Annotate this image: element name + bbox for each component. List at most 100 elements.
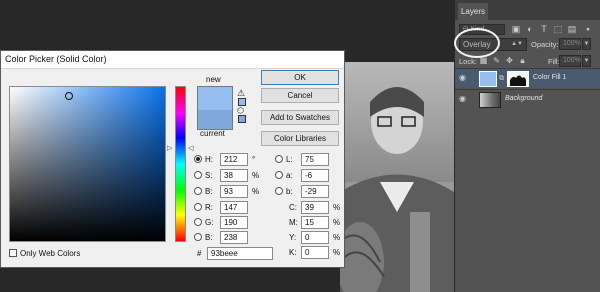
black-row: K: 0 %	[275, 246, 341, 259]
gamut-color-icon[interactable]	[238, 98, 246, 106]
hue-slider-right-arrow[interactable]: ◁	[188, 144, 193, 152]
dialog-title: Color Picker (Solid Color)	[5, 54, 107, 64]
red-radio[interactable]	[194, 203, 202, 211]
add-to-swatches-button[interactable]: Add to Swatches	[261, 110, 339, 125]
filter-toggle-icon[interactable]: ▪	[583, 24, 593, 34]
lab-l-field[interactable]: 75	[301, 153, 329, 166]
tab-layers[interactable]: Layers	[458, 3, 488, 20]
green-radio[interactable]	[194, 218, 202, 226]
fill-dropdown-icon[interactable]: ▼	[582, 55, 591, 67]
lab-b-label: b:	[286, 187, 293, 196]
color-field-marker[interactable]	[65, 92, 73, 100]
color-field[interactable]	[9, 86, 166, 242]
blue-label: B:	[205, 233, 213, 242]
saturation-row: S: 38 %	[194, 169, 264, 182]
hue-radio[interactable]	[194, 155, 202, 163]
lab-b-radio[interactable]	[275, 187, 283, 195]
eye-icon[interactable]: ◉	[459, 95, 470, 103]
brightness-label: B:	[205, 187, 213, 196]
brightness-radio[interactable]	[194, 187, 202, 195]
layer-mask-thumbnail	[507, 71, 529, 87]
layer-name: Color Fill 1	[533, 74, 567, 81]
link-icon: ⧉	[499, 75, 504, 82]
black-field[interactable]: 0	[301, 246, 329, 259]
hue-field[interactable]: 212	[220, 153, 248, 166]
green-label: G:	[205, 218, 214, 227]
saturation-field[interactable]: 38	[220, 169, 248, 182]
only-web-colors-label: Only Web Colors	[20, 249, 81, 258]
saturation-radio[interactable]	[194, 171, 202, 179]
magenta-row: M: 15 %	[275, 216, 341, 229]
new-color-label: new	[206, 75, 221, 84]
current-color-swatch[interactable]	[197, 110, 233, 130]
brightness-field[interactable]: 93	[220, 185, 248, 198]
eye-icon[interactable]: ◉	[459, 74, 470, 82]
shape-filter-icon[interactable]: ⬚	[553, 24, 563, 34]
fill-field[interactable]: 100%	[559, 55, 581, 67]
lab-l-row: L: 75	[275, 153, 341, 166]
green-row: G: 190	[194, 216, 264, 229]
only-web-colors-checkbox[interactable]	[9, 249, 17, 257]
brightness-unit: %	[252, 187, 260, 196]
lab-a-label: a:	[286, 171, 293, 180]
background-thumbnail	[479, 92, 501, 108]
black-label: K:	[289, 248, 297, 257]
black-unit: %	[333, 248, 341, 257]
lab-l-radio[interactable]	[275, 155, 283, 163]
type-filter-icon[interactable]: T	[539, 24, 549, 34]
lock-position-icon[interactable]: ✥	[505, 56, 514, 65]
lock-all-icon[interactable]: 🔒︎	[518, 56, 527, 65]
red-row: R: 147	[194, 201, 264, 214]
lab-a-field[interactable]: -6	[301, 169, 329, 182]
lock-image-icon[interactable]: ✎	[492, 56, 501, 65]
magenta-label: M:	[289, 218, 298, 227]
cyan-row: C: 39 %	[275, 201, 341, 214]
hue-row: H: 212 °	[194, 153, 264, 166]
hex-field[interactable]: 93beee	[207, 247, 273, 260]
hex-symbol: #	[197, 249, 202, 258]
green-field[interactable]: 190	[220, 216, 248, 229]
yellow-field[interactable]: 0	[301, 231, 329, 244]
color-picker-dialog: Color Picker (Solid Color) ▷ ◁ new curre…	[0, 50, 345, 268]
web-safe-warning-icon[interactable]: ⬡	[237, 106, 244, 115]
hue-slider-left-arrow[interactable]: ▷	[167, 144, 172, 152]
current-color-label: current	[200, 129, 225, 138]
adjustment-filter-icon[interactable]: ◐	[525, 24, 535, 34]
lab-b-field[interactable]: -29	[301, 185, 329, 198]
blue-row: B: 238	[194, 231, 264, 244]
image-filter-icon[interactable]: ▣	[511, 24, 521, 34]
smart-object-filter-icon[interactable]: ▤	[567, 24, 577, 34]
lab-a-row: a: -6	[275, 169, 341, 182]
red-field[interactable]: 147	[220, 201, 248, 214]
blue-field[interactable]: 238	[220, 231, 248, 244]
hue-slider[interactable]	[175, 86, 186, 242]
layer-row-color-fill[interactable]: ◉ ⧉ Color Fill 1	[455, 68, 600, 88]
cyan-unit: %	[333, 203, 341, 212]
opacity-field[interactable]: 100%	[559, 38, 581, 50]
ok-button[interactable]: OK	[261, 70, 339, 85]
saturation-label: S:	[205, 171, 213, 180]
yellow-label: Y:	[289, 233, 297, 242]
lock-label: Lock:	[459, 57, 477, 66]
lab-a-radio[interactable]	[275, 171, 283, 179]
cyan-field[interactable]: 39	[301, 201, 329, 214]
highlight-circle	[454, 28, 500, 58]
background-photo	[340, 62, 454, 292]
opacity-label: Opacity:	[531, 40, 559, 49]
chevron-down-icon: ▲▼	[511, 41, 523, 47]
blue-radio[interactable]	[194, 233, 202, 241]
yellow-row: Y: 0 %	[275, 231, 341, 244]
cancel-button[interactable]: Cancel	[261, 88, 339, 103]
dialog-titlebar: Color Picker (Solid Color)	[1, 51, 344, 69]
cyan-label: C:	[289, 203, 297, 212]
fill-label: Fill:	[548, 57, 560, 66]
color-libraries-button[interactable]: Color Libraries	[261, 131, 339, 146]
opacity-dropdown-icon[interactable]: ▼	[582, 38, 591, 50]
magenta-unit: %	[333, 218, 341, 227]
saturation-unit: %	[252, 171, 260, 180]
red-label: R:	[205, 203, 213, 212]
magenta-field[interactable]: 15	[301, 216, 329, 229]
layer-row-background[interactable]: ◉ Background	[455, 89, 600, 109]
web-safe-color-icon[interactable]	[238, 115, 246, 123]
yellow-unit: %	[333, 233, 341, 242]
